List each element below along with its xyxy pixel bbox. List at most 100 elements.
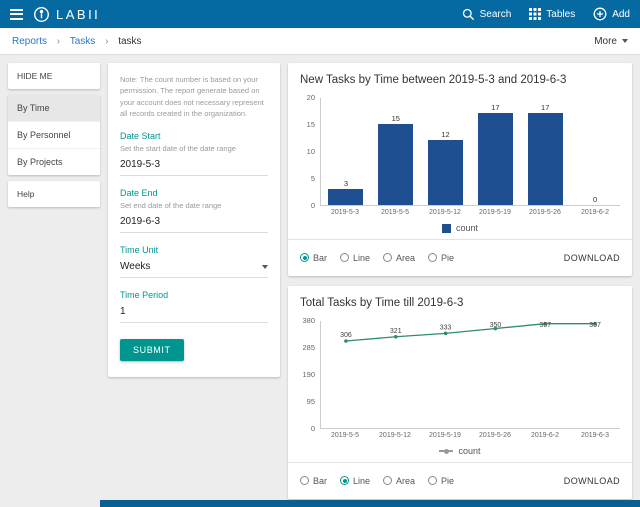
search-button[interactable]: Search	[462, 8, 512, 21]
y-tick-label: 5	[310, 174, 315, 183]
radio-icon	[340, 253, 350, 262]
x-tick-label: 2019-6-3	[580, 432, 610, 439]
tables-button[interactable]: Tables	[529, 8, 575, 20]
chart-type-option-area[interactable]: Area	[383, 253, 415, 263]
bottom-bar	[100, 500, 640, 507]
y-tick-label: 380	[302, 316, 315, 325]
more-label: More	[594, 35, 617, 47]
bar	[428, 140, 463, 205]
labii-logo[interactable]: LABII	[33, 6, 100, 23]
svg-text:367: 367	[589, 322, 601, 329]
bar	[527, 113, 563, 205]
time-unit-select[interactable]: Weeks	[120, 255, 268, 278]
chart-type-option-bar[interactable]: Bar	[300, 253, 327, 263]
chevron-down-icon	[262, 264, 268, 269]
date-start-value: 2019-5-3	[120, 159, 161, 170]
bar-value-label: 17	[491, 103, 500, 113]
time-period-label: Time Period	[120, 290, 169, 300]
chart-type-options: Bar Line Area Pie	[300, 472, 467, 490]
download-button[interactable]: DOWNLOAD	[564, 476, 620, 486]
radio-icon	[428, 476, 438, 485]
time-period-input[interactable]: 1	[120, 300, 268, 323]
legend: count	[288, 446, 632, 456]
date-end-value: 2019-6-3	[120, 216, 161, 227]
chevron-down-icon	[622, 39, 628, 43]
y-tick-label: 95	[306, 397, 315, 406]
more-button[interactable]: More	[594, 36, 628, 47]
sidebar-item-by-personnel[interactable]: By Personnel	[8, 122, 100, 149]
x-tick-label: 2019-5-5	[330, 432, 360, 439]
x-tick-label: 2019-5-19	[479, 209, 511, 216]
y-tick-label: 20	[306, 93, 315, 102]
chart-toolbar: Bar Line Area Pie DOWNLOAD	[288, 239, 632, 276]
chart-type-option-pie[interactable]: Pie	[428, 253, 454, 263]
y-tick-label: 10	[306, 147, 315, 156]
radio-icon	[428, 253, 438, 262]
bar-value-label: 12	[441, 130, 450, 140]
sidebar-item-by-time[interactable]: By Time	[8, 95, 100, 122]
x-axis-labels: 2019-5-5 2019-5-12 2019-5-19 2019-5-26 2019-…	[320, 429, 620, 439]
bar-slot: 17	[520, 98, 570, 205]
menu-icon[interactable]	[10, 6, 23, 22]
option-label: Line	[353, 475, 371, 486]
x-tick-label: 2019-5-12	[429, 209, 461, 216]
breadcrumb-tasks[interactable]: Tasks	[70, 36, 96, 47]
legend-line-swatch	[439, 448, 454, 454]
bar-slot: 17	[470, 98, 520, 205]
date-start-input[interactable]: 2019-5-3	[120, 153, 268, 176]
chart-type-option-line[interactable]: Line	[340, 253, 370, 263]
add-button[interactable]: Add	[593, 7, 630, 21]
y-tick-label: 0	[310, 201, 315, 210]
download-button[interactable]: DOWNLOAD	[564, 253, 620, 263]
report-form: Note: The count number is based on your …	[108, 63, 280, 377]
sidebar-item-by-projects[interactable]: By Projects	[8, 149, 100, 175]
charts-column: New Tasks by Time between 2019-5-3 and 2…	[288, 63, 632, 499]
svg-text:367: 367	[539, 322, 551, 329]
radio-icon	[340, 476, 350, 485]
legend: count	[288, 223, 632, 233]
option-label: Pie	[441, 475, 455, 486]
brand-name: LABII	[56, 6, 101, 22]
breadcrumb-reports[interactable]: Reports	[12, 36, 47, 47]
legend-swatch	[441, 223, 451, 233]
breadcrumb-current: tasks	[118, 35, 142, 47]
breadcrumb-separator: ›	[105, 35, 109, 47]
y-axis: 0 95 190 285 380	[296, 316, 320, 433]
app-window: LABII Search Tables Add Reports › Tasks …	[0, 0, 640, 507]
y-axis: 0 5 10 15 20	[296, 93, 320, 210]
search-icon	[462, 8, 474, 20]
chart-type-option-area[interactable]: Area	[383, 476, 415, 486]
add-label: Add	[612, 8, 630, 20]
x-tick-label: 2019-5-26	[479, 432, 511, 439]
date-end-input[interactable]: 2019-6-3	[120, 210, 268, 233]
time-unit-label: Time Unit	[120, 245, 159, 255]
chart-title: New Tasks by Time between 2019-5-3 and 2…	[300, 74, 567, 86]
main-content: HIDE ME By Time By Personnel By Projects…	[0, 55, 640, 507]
breadcrumb-separator: ›	[56, 35, 61, 47]
hide-me-button[interactable]: HIDE ME	[8, 63, 100, 89]
chart-type-options: Bar Line Area Pie	[300, 249, 467, 267]
legend-label: count	[455, 223, 479, 233]
breadcrumb: Reports › Tasks › tasks	[12, 36, 142, 47]
labii-logo-icon	[33, 6, 50, 22]
option-label: Area	[396, 252, 416, 263]
chart-type-option-line[interactable]: Line	[340, 476, 370, 486]
chart-card-new-tasks: New Tasks by Time between 2019-5-3 and 2…	[288, 63, 632, 276]
search-label: Search	[479, 8, 512, 20]
sidebar-item-help[interactable]: Help	[8, 181, 100, 207]
chart-type-option-bar[interactable]: Bar	[300, 476, 327, 486]
x-tick-label: 2019-5-19	[429, 432, 461, 439]
bar-value-label: 0	[592, 195, 598, 204]
tables-label: Tables	[546, 8, 576, 20]
chart-type-option-pie[interactable]: Pie	[428, 476, 454, 486]
time-period-value: 1	[120, 306, 126, 317]
tables-icon	[529, 8, 542, 20]
bar-slot: 12	[421, 98, 471, 205]
x-tick-label: 2019-5-5	[380, 209, 410, 216]
bar	[328, 188, 364, 205]
date-end-label: Date End	[120, 188, 158, 198]
add-icon	[593, 7, 607, 21]
submit-button[interactable]: SUBMIT	[120, 339, 184, 361]
chart-title: Total Tasks by Time till 2019-6-3	[300, 297, 464, 309]
x-axis-labels: 2019-5-3 2019-5-5 2019-5-12 2019-5-19 2019-5…	[320, 206, 620, 216]
